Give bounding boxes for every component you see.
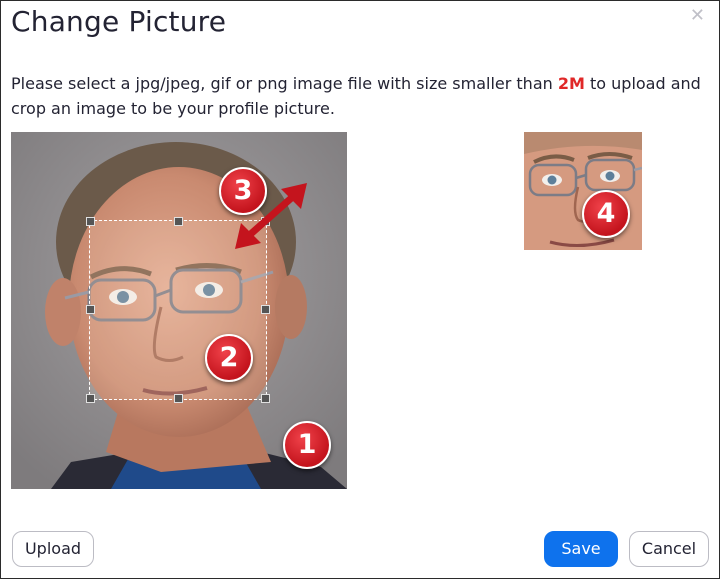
dialog-title: Change Picture [11,5,227,38]
callout-badge-2: 2 [205,334,253,382]
save-button[interactable]: Save [544,531,618,567]
callout-badge-1: 1 [283,421,331,469]
instructions-text: Please select a jpg/jpeg, gif or png ima… [11,71,711,121]
cancel-button[interactable]: Cancel [629,531,709,567]
preview-photo [524,132,642,250]
upload-button[interactable]: Upload [12,531,94,567]
close-icon[interactable]: ✕ [690,5,705,26]
preview-thumbnail [524,132,642,250]
crop-handle-left[interactable] [86,305,95,314]
instructions-before: Please select a jpg/jpeg, gif or png ima… [11,74,558,93]
crop-handle-bottom[interactable] [174,394,183,403]
change-picture-dialog: Change Picture ✕ Please select a jpg/jpe… [0,0,720,579]
crop-handle-top-left[interactable] [86,217,95,226]
callout-badge-3: 3 [219,167,267,215]
crop-handle-bottom-right[interactable] [261,394,270,403]
size-limit: 2M [557,74,585,93]
crop-handle-top[interactable] [174,217,183,226]
crop-handle-bottom-left[interactable] [86,394,95,403]
callout-badge-4: 4 [582,190,630,238]
crop-handle-right[interactable] [261,305,270,314]
